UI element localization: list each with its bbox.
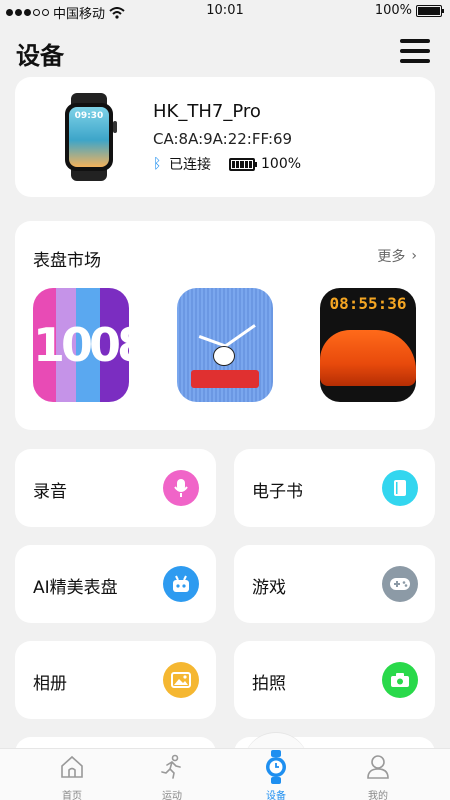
image-icon bbox=[163, 662, 199, 698]
device-battery-percent: 100% bbox=[261, 156, 302, 172]
status-bar: 中国移动 10:01 100% bbox=[0, 0, 450, 24]
tile-label: 拍照 bbox=[252, 674, 286, 694]
market-more-link[interactable]: 更多 › bbox=[377, 246, 417, 266]
tab-home[interactable]: 首页 bbox=[42, 753, 102, 800]
tile-label: AI精美表盘 bbox=[33, 578, 118, 598]
watchface-thumbnail[interactable]: 1008 bbox=[33, 288, 129, 402]
watch-icon bbox=[266, 750, 286, 784]
connection-status: 已连接 bbox=[169, 157, 211, 173]
home-icon bbox=[61, 755, 83, 778]
tile-label: 录音 bbox=[33, 482, 67, 502]
tile-label: 相册 bbox=[33, 674, 67, 694]
tab-device[interactable]: 设备 bbox=[246, 750, 306, 800]
device-mac: CA:8A:9A:22:FF:69 bbox=[153, 130, 293, 148]
tile-label: 电子书 bbox=[252, 482, 303, 502]
device-battery-icon bbox=[229, 157, 257, 171]
tile-ai-watchface[interactable]: AI精美表盘 bbox=[15, 545, 216, 623]
device-status: ᛒ 已连接 100% bbox=[153, 154, 301, 174]
tab-sport[interactable]: 运动 bbox=[142, 753, 202, 800]
gamepad-icon bbox=[382, 566, 418, 602]
book-icon bbox=[382, 470, 418, 506]
tab-bar: 首页 运动 设备 我的 bbox=[0, 748, 450, 800]
menu-button[interactable] bbox=[400, 39, 430, 63]
tab-mine[interactable]: 我的 bbox=[348, 753, 408, 800]
tile-album[interactable]: 相册 bbox=[15, 641, 216, 719]
watch-image: 09:30 bbox=[61, 93, 117, 181]
battery-group: 100% bbox=[374, 3, 444, 18]
tile-record[interactable]: 录音 bbox=[15, 449, 216, 527]
camera-icon bbox=[382, 662, 418, 698]
market-title: 表盘市场 bbox=[33, 251, 101, 271]
tile-label: 游戏 bbox=[252, 578, 286, 598]
car-icon bbox=[320, 330, 416, 386]
tile-ebook[interactable]: 电子书 bbox=[234, 449, 435, 527]
watchface-thumbnail[interactable]: 08:55:36 bbox=[320, 288, 416, 402]
device-card[interactable]: 09:30 HK_TH7_Pro CA:8A:9A:22:FF:69 ᛒ 已连接… bbox=[15, 77, 435, 197]
watchface-market-card: 表盘市场 更多 › 1008 08:55:36 bbox=[15, 221, 435, 430]
battery-percent: 100% bbox=[374, 3, 412, 18]
watchface-thumbnail[interactable] bbox=[177, 288, 273, 402]
watch-screen-time: 09:30 bbox=[74, 111, 104, 121]
menu-icon bbox=[400, 39, 430, 43]
battery-icon bbox=[416, 4, 444, 17]
running-icon bbox=[161, 754, 181, 779]
tile-game[interactable]: 游戏 bbox=[234, 545, 435, 623]
microphone-icon bbox=[163, 470, 199, 506]
bluetooth-icon: ᛒ bbox=[153, 156, 162, 172]
snoopy-icon bbox=[213, 346, 235, 366]
tile-camera[interactable]: 拍照 bbox=[234, 641, 435, 719]
user-icon bbox=[367, 755, 389, 779]
device-name: HK_TH7_Pro bbox=[153, 101, 261, 122]
robot-icon bbox=[163, 566, 199, 602]
chevron-right-icon: › bbox=[411, 248, 417, 264]
page-title: 设备 bbox=[16, 42, 64, 70]
